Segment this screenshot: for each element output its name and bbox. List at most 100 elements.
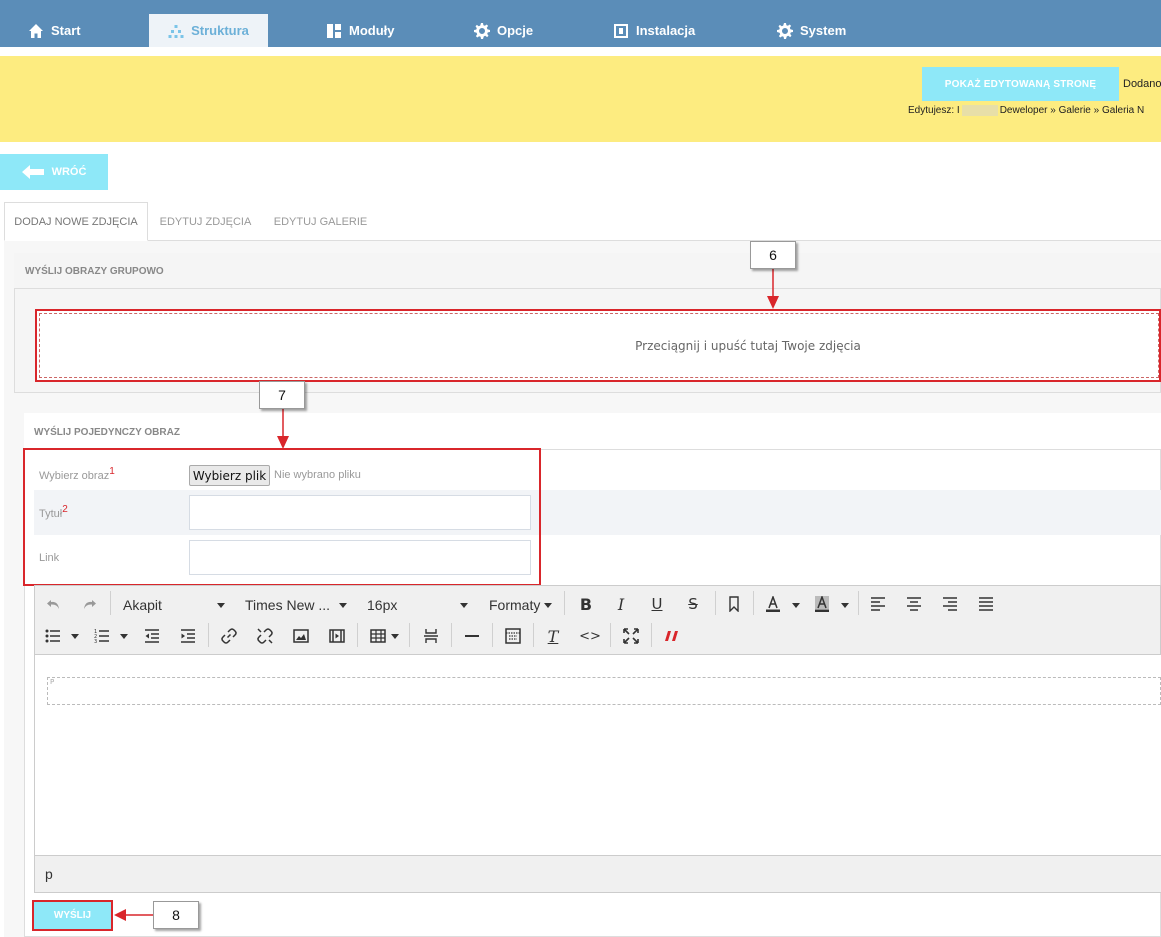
chevron-down-icon (71, 634, 79, 639)
chevron-down-icon (841, 603, 849, 608)
editing-path: Deweloper » Galerie » Galeria N (999, 105, 1145, 117)
nav-item-label: Struktura (191, 23, 249, 38)
chevron-down-icon (544, 603, 552, 608)
chevron-down-icon (339, 603, 347, 608)
bullet-list-icon[interactable] (43, 626, 63, 646)
image-icon[interactable] (291, 626, 311, 646)
unlink-icon[interactable] (255, 626, 275, 646)
back-button[interactable]: WRÓĆ (0, 154, 108, 190)
callout-7: 7 (259, 381, 305, 409)
install-icon (614, 23, 628, 38)
text-color-icon[interactable] (763, 594, 783, 614)
formats-value: Formaty (489, 597, 541, 613)
element-path[interactable]: p (45, 866, 53, 882)
redo-icon[interactable] (79, 594, 99, 614)
toolbar-separator (409, 623, 410, 647)
chevron-down-icon (792, 603, 800, 608)
home-icon (29, 23, 43, 38)
toolbar-separator (858, 591, 859, 615)
nav-item-system[interactable]: System (777, 14, 846, 47)
show-edited-page-button[interactable]: POKAŻ EDYTOWANĄ STRONĘ (922, 67, 1119, 101)
chevron-down-icon (217, 603, 225, 608)
nav-item-label: System (800, 23, 847, 38)
toolbar-separator (753, 591, 754, 615)
drop-zone-border (39, 313, 1159, 378)
align-center-icon[interactable] (904, 594, 924, 614)
table-icon[interactable] (368, 626, 388, 646)
toolbar-separator (110, 591, 111, 615)
toolbar-separator (208, 623, 209, 647)
nav-item-struktura[interactable]: Struktura (149, 14, 268, 47)
toolbar-separator (357, 623, 358, 647)
redacted-text (961, 105, 998, 116)
template-icon[interactable] (503, 626, 523, 646)
font-family-value: Times New ... (245, 597, 331, 613)
numbered-list-icon[interactable]: 123 (92, 626, 112, 646)
align-justify-icon[interactable] (976, 594, 996, 614)
back-button-label: WRÓĆ (51, 166, 87, 178)
single-upload-header (24, 413, 1161, 450)
form-highlight-box (23, 448, 541, 586)
chevron-down-icon (120, 634, 128, 639)
modules-icon (327, 23, 341, 38)
group-upload-title: WYŚLIJ OBRAZY GRUPOWO (25, 266, 164, 277)
group-upload-header (14, 253, 1161, 289)
align-left-icon[interactable] (868, 594, 888, 614)
block-format-select[interactable]: Akapit (123, 596, 162, 614)
gear-icon (474, 22, 490, 39)
source-code-icon[interactable]: <> (579, 626, 601, 646)
strikethrough-icon[interactable]: S (683, 594, 703, 614)
block-format-value: Akapit (123, 597, 162, 613)
fullscreen-icon[interactable] (621, 626, 641, 646)
drop-zone[interactable]: Przeciągnij i upuść tutaj Twoje zdjęcia (35, 309, 1161, 382)
editor-paragraph[interactable] (47, 677, 1161, 705)
tab-edit-galleries[interactable]: EDYTUJ GALERIE (263, 202, 378, 241)
toolbar-separator (564, 591, 565, 615)
font-size-select[interactable]: 16px (367, 596, 397, 614)
horizontal-rule-icon[interactable] (462, 626, 482, 646)
nav-item-moduly[interactable]: Moduły (326, 14, 395, 47)
chevron-down-icon (391, 634, 399, 639)
outdent-icon[interactable] (142, 626, 162, 646)
align-right-icon[interactable] (940, 594, 960, 614)
undo-icon[interactable] (44, 594, 64, 614)
editing-prefix: Edytujesz: I (908, 105, 960, 117)
toolbar-separator (651, 623, 652, 647)
clear-formatting-icon[interactable]: T (543, 626, 563, 646)
italic-icon[interactable]: I (611, 594, 631, 614)
background-color-icon[interactable] (812, 594, 832, 614)
bold-icon[interactable]: B (576, 594, 596, 614)
nav-item-label: Moduły (349, 23, 395, 38)
arrow-left-icon (21, 165, 44, 179)
font-family-select[interactable]: Times New ... (245, 596, 330, 614)
bookmark-icon[interactable] (724, 594, 744, 614)
single-upload-title: WYŚLIJ POJEDYNCZY OBRAZ (34, 427, 180, 438)
paragraph-marker: P (50, 678, 55, 686)
toolbar-separator (451, 623, 452, 647)
toolbar-separator (715, 591, 716, 615)
tab-add-new-photos[interactable]: DODAJ NOWE ZDJĘCIA (4, 202, 148, 241)
underline-icon[interactable]: U (647, 594, 667, 614)
gear-icon (777, 22, 793, 39)
formats-select[interactable]: Formaty (489, 596, 540, 614)
toolbar-separator (610, 623, 611, 647)
indent-icon[interactable] (178, 626, 198, 646)
video-icon[interactable] (327, 626, 347, 646)
quote-mark-icon[interactable] (662, 626, 682, 646)
editor-statusbar (35, 855, 1161, 892)
page-break-icon[interactable] (421, 626, 441, 646)
sitemap-icon (168, 24, 184, 38)
nav-item-label: Opcje (497, 23, 534, 38)
nav-item-start[interactable]: Start (28, 14, 81, 47)
tab-edit-photos[interactable]: EDYTUJ ZDJĘCIA (148, 202, 263, 241)
nav-item-label: Start (51, 23, 81, 38)
submit-button[interactable]: WYŚLIJ (32, 900, 113, 931)
added-text: Dodano (1123, 78, 1161, 90)
nav-item-opcje[interactable]: Opcje (474, 14, 533, 47)
nav-item-instalacja[interactable]: Instalacja (613, 14, 695, 47)
svg-text:3: 3 (94, 639, 97, 644)
drop-zone-text: Przeciągnij i upuść tutaj Twoje zdjęcia (635, 338, 861, 353)
font-size-value: 16px (367, 597, 398, 613)
toolbar-separator (533, 623, 534, 647)
link-icon[interactable] (219, 626, 239, 646)
